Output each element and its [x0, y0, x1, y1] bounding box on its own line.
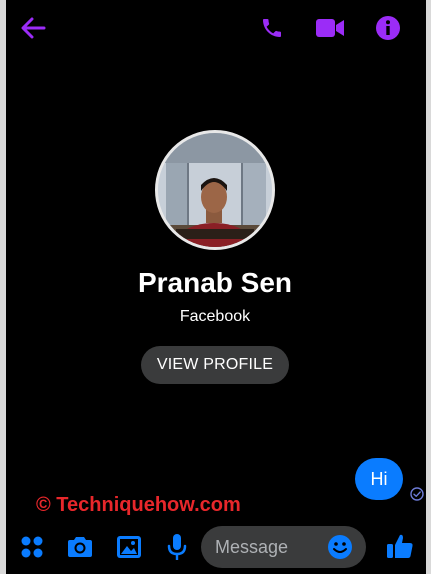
avatar-photo — [158, 133, 272, 247]
contact-source: Facebook — [179, 308, 251, 325]
chat-header — [6, 0, 426, 56]
message-composer-bar: Message — [6, 520, 426, 574]
info-icon — [376, 16, 400, 40]
microphone-icon — [167, 534, 187, 560]
camera-button[interactable] — [64, 532, 96, 562]
contact-name: Pranab Sen — [137, 267, 293, 298]
watermark-text: © Techniquehow.com — [36, 494, 241, 516]
message-bubble-outgoing[interactable]: Hi — [355, 458, 403, 500]
message-input[interactable]: Message — [201, 526, 366, 568]
back-button[interactable] — [16, 12, 50, 44]
gallery-button[interactable] — [114, 532, 144, 562]
info-button[interactable] — [372, 12, 404, 44]
four-dots-icon — [21, 536, 43, 558]
audio-call-button[interactable] — [256, 12, 288, 44]
arrow-left-icon — [21, 17, 46, 39]
voice-message-button[interactable] — [164, 531, 190, 563]
more-actions-button[interactable] — [18, 533, 46, 561]
profile-avatar[interactable] — [155, 130, 275, 250]
like-button[interactable] — [384, 530, 416, 562]
message-placeholder: Message — [215, 537, 289, 557]
video-camera-icon — [316, 19, 344, 37]
video-call-button[interactable] — [312, 12, 348, 44]
camera-icon — [68, 537, 92, 557]
emoji-icon[interactable] — [327, 534, 353, 560]
messenger-chat-screen: Pranab Sen Facebook VIEW PROFILE Hi © Te… — [6, 0, 426, 574]
image-icon — [117, 536, 141, 558]
phone-icon — [263, 19, 281, 37]
view-profile-button[interactable]: VIEW PROFILE — [141, 346, 289, 384]
sent-check-icon — [410, 487, 424, 501]
thumbs-up-icon — [387, 534, 413, 558]
